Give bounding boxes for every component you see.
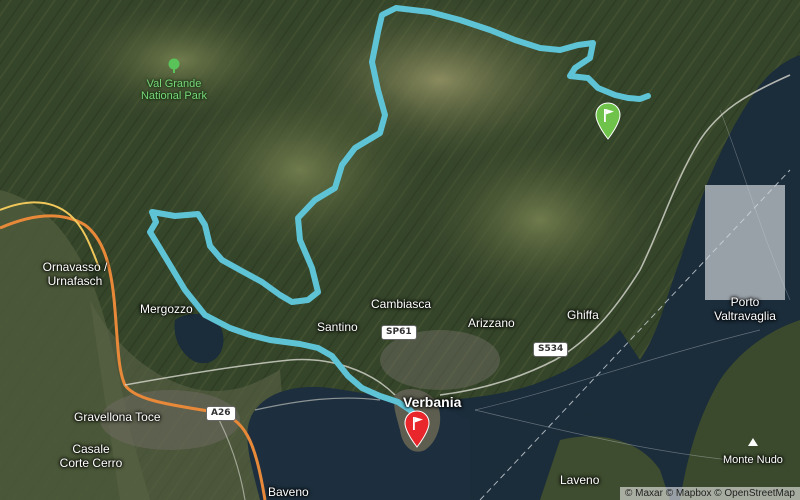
map-attribution: © Maxar © Mapbox © OpenStreetMap <box>620 487 800 500</box>
label-santino: Santino <box>317 320 358 334</box>
mountain-peak-icon <box>748 438 758 446</box>
attribution-mapbox-link[interactable]: © Mapbox <box>666 488 712 499</box>
label-porto-valtravaglia: Porto Valtravaglia <box>714 295 776 323</box>
label-baveno: Baveno <box>268 485 309 499</box>
finish-flag-marker-icon[interactable] <box>403 410 431 448</box>
satellite-basemap <box>0 0 800 500</box>
road-shield-sp61: SP61 <box>381 325 417 340</box>
label-laveno: Laveno <box>560 473 600 487</box>
attribution-osm-link[interactable]: © OpenStreetMap <box>714 488 795 499</box>
label-ghiffa: Ghiffa <box>567 308 599 322</box>
tree-icon <box>168 58 180 73</box>
start-flag-marker-icon[interactable] <box>594 102 622 140</box>
attribution-maxar-link[interactable]: © Maxar <box>625 488 663 499</box>
label-mergozzo: Mergozzo <box>140 302 193 316</box>
label-gravellona-toce: Gravellona Toce <box>74 410 161 424</box>
road-shield-s534: S534 <box>533 342 569 357</box>
label-cambiasca: Cambiasca <box>371 297 432 311</box>
label-ornavasso: Ornavasso / Urnafasch <box>42 260 108 288</box>
label-val-grande-national-park: Val Grande National Park <box>140 78 208 102</box>
label-arizzano: Arizzano <box>468 316 515 330</box>
label-monte-nudo: Monte Nudo <box>723 454 783 466</box>
label-verbania: Verbania <box>403 394 462 410</box>
road-shield-a26: A26 <box>206 406 236 421</box>
label-casale-corte-cerro: Casale Corte Cerro <box>59 442 123 470</box>
map-canvas[interactable]: Val Grande National Park Ornavasso / Urn… <box>0 0 800 500</box>
